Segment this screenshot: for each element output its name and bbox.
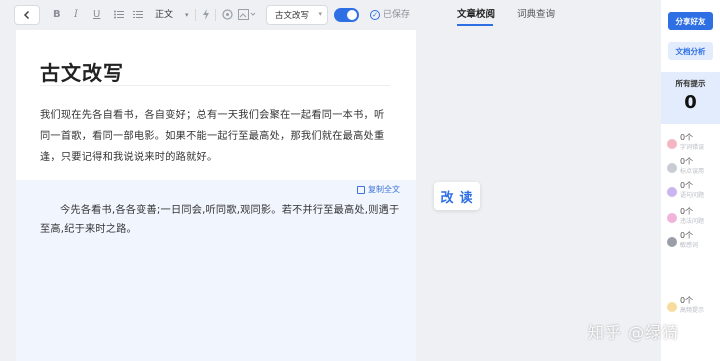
rewrite-result-panel: 复制全文 今先各看书,各各变善;一日同会,听同歌,观同影。若不并行至最高处,则遇… [16,180,416,361]
mode-select-label: 古文改写 [275,11,310,21]
mode-select[interactable]: 古文改写 ▾ [266,5,328,25]
issue-count: 0个 [680,157,694,166]
chevron-down-icon: ▾ [318,10,322,18]
side-panel: 分享好友 文档分析 所有提示 0 0个 字词错误 0个 标点误用 0个 语句问题… [661,0,720,361]
issue-label: 标点误用 [680,168,705,175]
back-button[interactable] [14,5,40,25]
format-select[interactable]: 正文 [155,8,173,22]
issue-count: 0个 [680,133,694,142]
check-circle-icon [667,139,677,149]
caret-down-icon[interactable]: ▾ [185,8,189,22]
issue-label: 语句问题 [680,192,705,199]
copy-all-label: 复制全文 [368,185,400,194]
issue-count: 0个 [680,207,694,216]
bullet-list-icon[interactable] [114,10,124,19]
italic-icon[interactable]: I [74,8,78,22]
issue-label: 敏感词 [680,242,699,249]
issue-item[interactable]: 0个 字词错误 [667,133,719,157]
lightning-icon[interactable] [202,9,210,20]
issue-item[interactable]: 0个 敏感词 [667,231,719,255]
auto-save-toggle[interactable] [334,8,359,22]
issue-count: 0个 [680,296,694,305]
issue-label: 字词错误 [680,144,705,151]
analysis-button[interactable]: 文档分析 [668,42,713,60]
rewrite-result-text[interactable]: 今先各看书,各各变善;一日同会,听同歌,观同影。若不并行至最高处,则遇于至高,纪… [40,201,400,239]
tab-article-review[interactable]: 文章校阅 [457,8,495,22]
check-circle-icon [667,187,677,197]
document-body[interactable]: 我们现在先各自看书，各自变好；总有一天我们会聚在一起看同一本书，听同一首歌，看同… [40,105,392,168]
issue-item[interactable]: 0个 语句问题 [667,181,719,205]
summary-label: 所有提示 [675,79,706,88]
summary-count: 0 [684,92,697,113]
check-circle-icon [667,302,677,312]
numbered-list-icon[interactable] [133,10,143,19]
issue-label: 违法问题 [680,218,705,225]
issue-item[interactable]: 0个 违法问题 [667,207,719,231]
active-tab-indicator [457,24,493,26]
saved-status: ✓ 已保存 [370,8,410,22]
document-title[interactable]: 古文改写 [40,57,124,86]
tab-dictionary[interactable]: 词典查询 [517,8,555,22]
issue-label: 高频提示 [680,307,705,314]
toggle-knob [347,10,357,20]
check-circle-icon [667,213,677,223]
check-circle-icon [667,163,677,173]
copy-icon [357,186,365,194]
zhihu-watermark: 知乎 @绿猗 [588,323,680,342]
toolbar-divider [195,9,196,21]
issue-item[interactable]: 0个 高频提示 [667,296,719,320]
issue-count: 0个 [680,181,694,190]
bold-icon[interactable]: B [53,8,61,22]
all-hints-summary[interactable]: 所有提示 0 [661,72,720,124]
rewrite-button[interactable]: 改读 [434,182,480,210]
back-icon [23,10,30,20]
share-button[interactable]: 分享好友 [668,12,713,30]
palette-icon[interactable] [222,9,233,20]
toolbar-divider [215,9,216,21]
title-divider [40,85,390,86]
saved-label: 已保存 [383,10,411,20]
check-circle-icon: ✓ [370,10,380,20]
issue-item[interactable]: 0个 标点误用 [667,157,719,181]
underline-icon[interactable]: U [93,8,100,22]
copy-all-button[interactable]: 复制全文 [357,184,400,196]
editor-toolbar: B I U 正文 ▾ 古文改写 ▾ ✓ 已保存 [0,0,416,30]
document-card: 古文改写 我们现在先各自看书，各自变好；总有一天我们会聚在一起看同一本书，听同一… [16,30,416,361]
image-icon[interactable] [238,9,256,20]
issue-count: 0个 [680,231,694,240]
check-circle-icon [667,237,677,247]
